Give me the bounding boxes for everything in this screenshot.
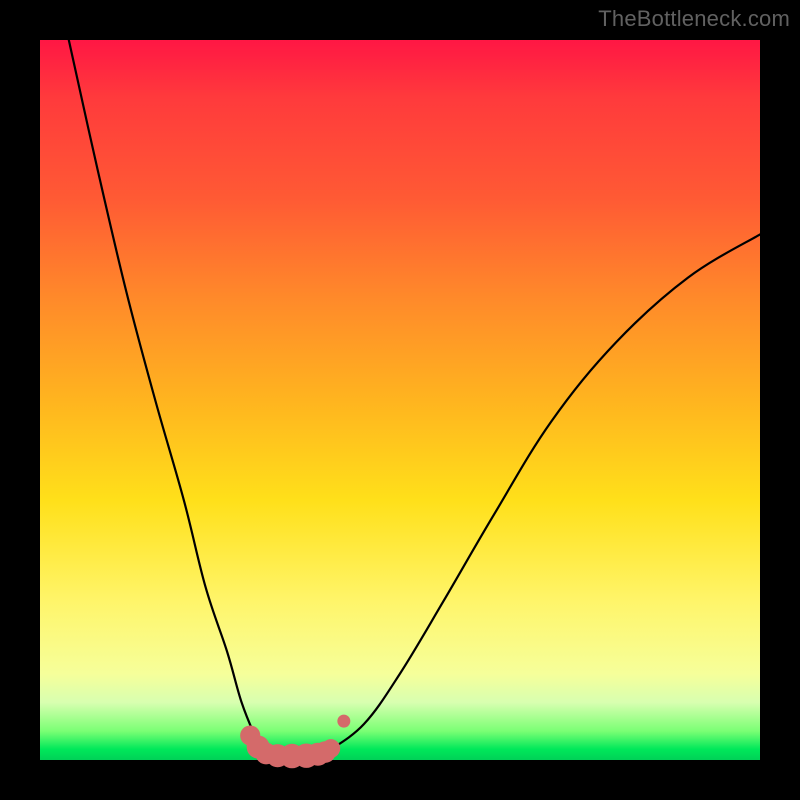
bottleneck-curve xyxy=(69,40,760,757)
marker-group xyxy=(240,715,350,769)
curve-layer xyxy=(40,40,760,760)
valley-marker xyxy=(322,739,341,758)
outer-frame: TheBottleneck.com xyxy=(0,0,800,800)
watermark-text: TheBottleneck.com xyxy=(598,6,790,32)
valley-marker xyxy=(337,715,350,728)
plot-area xyxy=(40,40,760,760)
